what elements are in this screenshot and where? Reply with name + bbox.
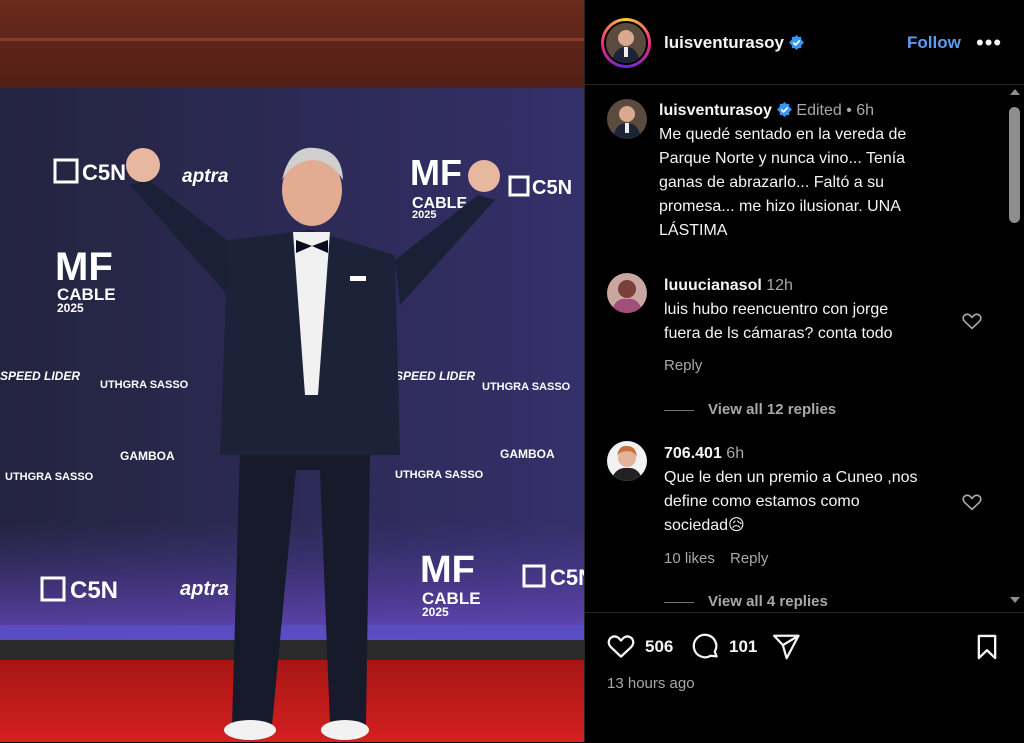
replies-dash xyxy=(664,409,694,411)
comment-likes-count[interactable]: 10 likes xyxy=(664,550,715,567)
svg-text:C5N: C5N xyxy=(550,565,584,590)
post-header: luisventurasoy Follow ••• xyxy=(585,0,1024,85)
svg-text:GAMBOA: GAMBOA xyxy=(500,447,555,461)
scrollbar-thumb[interactable] xyxy=(1009,107,1020,223)
svg-text:UTHGRA SASSO: UTHGRA SASSO xyxy=(5,471,94,483)
view-replies-button[interactable]: View all 12 replies xyxy=(664,401,836,418)
caption-line: Parque Norte y nunca vino... Tenía xyxy=(659,150,906,167)
meta-dot: • xyxy=(846,102,852,119)
caption-avatar[interactable] xyxy=(607,99,647,139)
logo-c5n-1: C5N xyxy=(82,160,126,185)
verified-badge-icon xyxy=(789,35,804,50)
more-options-button[interactable]: ••• xyxy=(976,30,1002,56)
svg-text:SPEED LIDER: SPEED LIDER xyxy=(395,369,475,383)
replies-dash xyxy=(664,601,694,603)
caption-username[interactable]: luisventurasoy xyxy=(659,102,772,119)
svg-text:MF: MF xyxy=(55,245,113,289)
svg-text:2025: 2025 xyxy=(422,605,449,619)
reply-button[interactable]: Reply xyxy=(730,550,768,567)
post-photo[interactable]: C5N aptra MF CABLE 2025 C5N MF CABLE 202… xyxy=(0,0,584,742)
svg-text:aptra: aptra xyxy=(180,578,229,600)
edited-label: Edited xyxy=(796,102,842,119)
caption-line: promesa... me hizo ilusionar. UNA xyxy=(659,198,901,215)
svg-text:C5N: C5N xyxy=(532,177,572,199)
comment-text-line: fuera de ls cámaras? conta todo xyxy=(664,325,893,342)
comment-username[interactable]: luuucianasol xyxy=(664,277,762,294)
svg-text:aptra: aptra xyxy=(182,166,229,187)
svg-text:GAMBOA: GAMBOA xyxy=(120,449,175,463)
author-avatar[interactable] xyxy=(601,18,651,68)
comments-scroll-area[interactable]: luisventurasoy Edited • 6h Me quedé sent… xyxy=(585,85,1005,612)
verified-badge-icon xyxy=(776,102,792,117)
svg-text:C5N: C5N xyxy=(70,577,118,604)
svg-text:2025: 2025 xyxy=(57,301,84,315)
reply-button[interactable]: Reply xyxy=(664,357,702,374)
svg-text:UTHGRA SASSO: UTHGRA SASSO xyxy=(100,379,189,391)
scroll-down-arrow-icon[interactable] xyxy=(1010,597,1020,603)
like-comment-heart-icon[interactable] xyxy=(961,310,983,332)
save-bookmark-icon[interactable] xyxy=(973,632,1001,662)
comments-count[interactable]: 101 xyxy=(729,637,757,657)
share-send-icon[interactable] xyxy=(771,632,801,662)
svg-text:UTHGRA SASSO: UTHGRA SASSO xyxy=(482,381,571,393)
like-heart-icon[interactable] xyxy=(605,631,637,661)
comment-text-line: define como estamos como xyxy=(664,493,860,510)
svg-text:MF: MF xyxy=(410,152,462,193)
comment-avatar[interactable] xyxy=(607,441,647,481)
caption-line: LÁSTIMA xyxy=(659,222,728,239)
comment-text-line: luis hubo reencuentro con jorge xyxy=(664,301,889,318)
comment-username[interactable]: 706.401 xyxy=(664,445,722,462)
caption-line: Me quedé sentado en la vereda de xyxy=(659,126,907,143)
post-side-panel: luisventurasoy Follow ••• luisventurasoy… xyxy=(585,0,1024,742)
comment-header: luuucianasol 12h xyxy=(664,274,793,298)
author-username[interactable]: luisventurasoy xyxy=(664,33,804,53)
caption-line: ganas de abrazarlo... Faltó a su xyxy=(659,174,885,191)
follow-button[interactable]: Follow xyxy=(907,33,961,53)
comment-header: 706.401 6h xyxy=(664,442,744,466)
comment-text-line: sociedad😥 xyxy=(664,517,745,534)
svg-text:UTHGRA SASSO: UTHGRA SASSO xyxy=(395,469,484,481)
comment-avatar[interactable] xyxy=(607,273,647,313)
comments-scrollbar[interactable] xyxy=(1005,85,1024,612)
caption-age[interactable]: 6h xyxy=(856,102,874,119)
view-replies-button[interactable]: View all 4 replies xyxy=(664,593,828,610)
like-comment-heart-icon[interactable] xyxy=(961,491,983,513)
scroll-up-arrow-icon[interactable] xyxy=(1010,89,1020,95)
svg-text:SPEED LIDER: SPEED LIDER xyxy=(0,369,80,383)
svg-text:MF: MF xyxy=(420,549,475,591)
post-time-ago[interactable]: 13 hours ago xyxy=(607,675,695,692)
comment-bubble-icon[interactable] xyxy=(691,632,721,662)
post-actions: 506 101 13 hours ago xyxy=(585,612,1024,743)
comment-text-line: Que le den un premio a Cuneo ,nos xyxy=(664,469,918,486)
comment-age[interactable]: 12h xyxy=(766,277,793,294)
svg-text:2025: 2025 xyxy=(412,209,436,221)
comment-age[interactable]: 6h xyxy=(726,445,744,462)
likes-count[interactable]: 506 xyxy=(645,637,673,657)
caption-header: luisventurasoy Edited • 6h xyxy=(659,99,874,123)
